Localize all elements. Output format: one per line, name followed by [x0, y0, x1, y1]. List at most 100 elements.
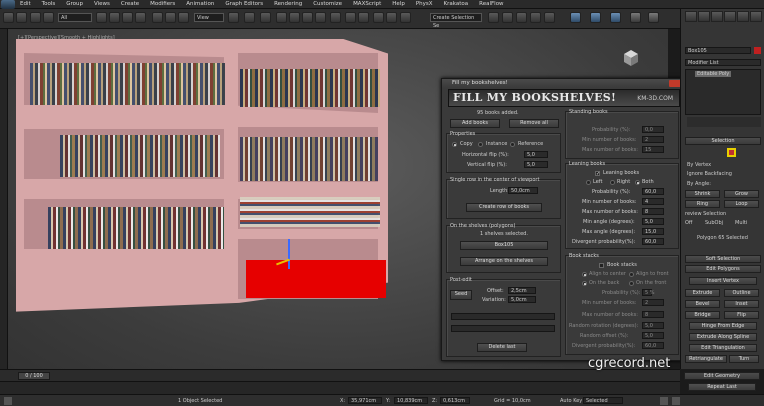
- menu-animation[interactable]: Animation: [186, 1, 214, 7]
- y-coord-field[interactable]: 10,839cm: [394, 397, 428, 404]
- render-teapot-icon[interactable]: [570, 12, 581, 23]
- flip-button[interactable]: Flip: [724, 311, 759, 319]
- display-tab-icon[interactable]: [737, 11, 749, 22]
- leaning-both-radio[interactable]: [635, 180, 640, 185]
- unlink-icon[interactable]: [43, 12, 54, 23]
- motion-tab-icon[interactable]: [724, 11, 736, 22]
- material-editor-icon[interactable]: [502, 12, 513, 23]
- align-center-radio[interactable]: [582, 272, 587, 277]
- on-back-radio[interactable]: [582, 281, 587, 286]
- rotate-icon[interactable]: [165, 12, 176, 23]
- pivot-center-icon[interactable]: [228, 12, 239, 23]
- length-field[interactable]: 50,0cm: [508, 187, 538, 194]
- layer-manager-icon[interactable]: [373, 12, 384, 23]
- extrude-along-spline-button[interactable]: Extrude Along Spline: [689, 333, 757, 341]
- menu-help[interactable]: Help: [392, 1, 405, 7]
- render-setup-icon[interactable]: [516, 12, 527, 23]
- mirror-icon[interactable]: [345, 12, 356, 23]
- activeshade-icon[interactable]: [610, 12, 621, 23]
- ignore-backfacing-label[interactable]: Ignore Backfacing: [687, 171, 732, 177]
- window-crossing-icon[interactable]: [135, 12, 146, 23]
- shelf-object-button[interactable]: Box105: [460, 241, 548, 250]
- stack-item-editable-poly[interactable]: Editable Poly: [695, 71, 732, 77]
- snap-toggle-icon[interactable]: [276, 12, 287, 23]
- curve-editor-icon[interactable]: [400, 12, 411, 23]
- insert-vertex-button[interactable]: Insert Vertex: [689, 277, 757, 285]
- menu-rendering[interactable]: Rendering: [274, 1, 302, 7]
- time-slider[interactable]: 0 / 100: [0, 369, 680, 381]
- menu-modifiers[interactable]: Modifiers: [150, 1, 175, 7]
- spinner-snap-icon[interactable]: [315, 12, 326, 23]
- rect-selection-icon[interactable]: [122, 12, 133, 23]
- create-row-button[interactable]: Create row of books: [466, 203, 542, 212]
- select-object-icon[interactable]: [96, 12, 107, 23]
- percent-snap-icon[interactable]: [302, 12, 313, 23]
- stacks-prob-field[interactable]: 5 %: [642, 289, 655, 296]
- angle-snap-icon[interactable]: [289, 12, 300, 23]
- menu-group[interactable]: Group: [66, 1, 83, 7]
- align-icon[interactable]: [358, 12, 369, 23]
- on-front-radio[interactable]: [629, 281, 634, 286]
- stacks-max-field[interactable]: 8: [642, 311, 664, 318]
- arrange-shelves-button[interactable]: Arrange on the shelves: [460, 257, 548, 266]
- z-coord-field[interactable]: 0,613cm: [440, 397, 470, 404]
- delete-last-button[interactable]: Delete last: [477, 343, 527, 352]
- hinge-from-edge-button[interactable]: Hinge From Edge: [689, 322, 757, 330]
- leaning-max-field[interactable]: 8: [642, 208, 664, 215]
- key-filter-dropdown[interactable]: Selected: [583, 397, 623, 404]
- inset-button[interactable]: Inset: [724, 300, 759, 308]
- stacks-min-field[interactable]: 2: [642, 299, 664, 306]
- transform-gizmo-icon[interactable]: [288, 239, 290, 269]
- reference-coord-dropdown[interactable]: View: [194, 13, 224, 22]
- shrink-button[interactable]: Shrink: [685, 190, 720, 198]
- hierarchy-tab-icon[interactable]: [711, 11, 723, 22]
- leaning-min-angle-field[interactable]: 5,0: [642, 218, 664, 225]
- soft-selection-rollout[interactable]: Soft Selection: [685, 255, 761, 263]
- utilities-tab-icon[interactable]: [750, 11, 762, 22]
- leaning-div-field[interactable]: 60,0: [642, 238, 664, 245]
- edit-geometry-rollout[interactable]: Edit Geometry: [684, 372, 760, 380]
- move-icon[interactable]: [152, 12, 163, 23]
- vflip-field[interactable]: 5,0: [524, 161, 548, 168]
- offset-field[interactable]: 2,5cm: [508, 287, 536, 294]
- preview-subobj-option[interactable]: SubObj: [705, 220, 723, 226]
- teapot-icon[interactable]: [630, 12, 641, 23]
- leaning-left-radio[interactable]: [586, 180, 591, 185]
- leaning-books-checkbox[interactable]: ✓: [595, 171, 600, 177]
- menu-realflow[interactable]: RealFlow: [479, 1, 503, 7]
- preview-multi-option[interactable]: Multi: [735, 220, 747, 226]
- reference-radio[interactable]: [510, 142, 515, 147]
- ring-button[interactable]: Ring: [685, 200, 720, 208]
- render-production-icon[interactable]: [544, 12, 555, 23]
- menu-graph-editors[interactable]: Graph Editors: [225, 1, 263, 7]
- extrude-button[interactable]: Extrude: [685, 289, 720, 297]
- bridge-button[interactable]: Bridge: [685, 311, 720, 319]
- time-slider-thumb[interactable]: 0 / 100: [18, 372, 50, 380]
- rendered-frame-icon[interactable]: [530, 12, 541, 23]
- turn-button[interactable]: Turn: [729, 355, 759, 363]
- loop-button[interactable]: Loop: [724, 200, 759, 208]
- graphite-ribbon-icon[interactable]: [386, 12, 397, 23]
- next-frame-icon[interactable]: [672, 397, 680, 405]
- selection-rollout[interactable]: Selection: [685, 137, 761, 145]
- dialog-title[interactable]: Fill my bookshelves!: [442, 79, 685, 88]
- hflip-field[interactable]: 5,0: [524, 151, 548, 158]
- repeat-last-button[interactable]: Repeat Last: [688, 383, 756, 391]
- create-tab-icon[interactable]: [685, 11, 697, 22]
- edit-polygons-rollout[interactable]: Edit Polygons: [685, 265, 761, 273]
- edit-triangulation-button[interactable]: Edit Triangulation: [689, 344, 757, 352]
- grow-button[interactable]: Grow: [724, 190, 759, 198]
- menu-physx[interactable]: PhysX: [416, 1, 433, 7]
- schematic-view-icon[interactable]: [488, 12, 499, 23]
- remove-all-button[interactable]: Remove all: [509, 119, 559, 128]
- polygon-mode-icon[interactable]: [727, 148, 736, 157]
- leaning-max-angle-field[interactable]: 15,0: [642, 228, 664, 235]
- object-color-swatch[interactable]: [754, 47, 761, 54]
- track-bar[interactable]: [0, 381, 680, 394]
- maxscript-listener-icon[interactable]: [4, 397, 12, 405]
- leaning-prob-field[interactable]: 60,0: [642, 188, 664, 195]
- menu-create[interactable]: Create: [121, 1, 139, 7]
- selected-shelf-polygon[interactable]: [246, 260, 386, 298]
- auto-key-button[interactable]: Auto Key: [560, 398, 582, 404]
- select-manipulate-icon[interactable]: [244, 12, 255, 23]
